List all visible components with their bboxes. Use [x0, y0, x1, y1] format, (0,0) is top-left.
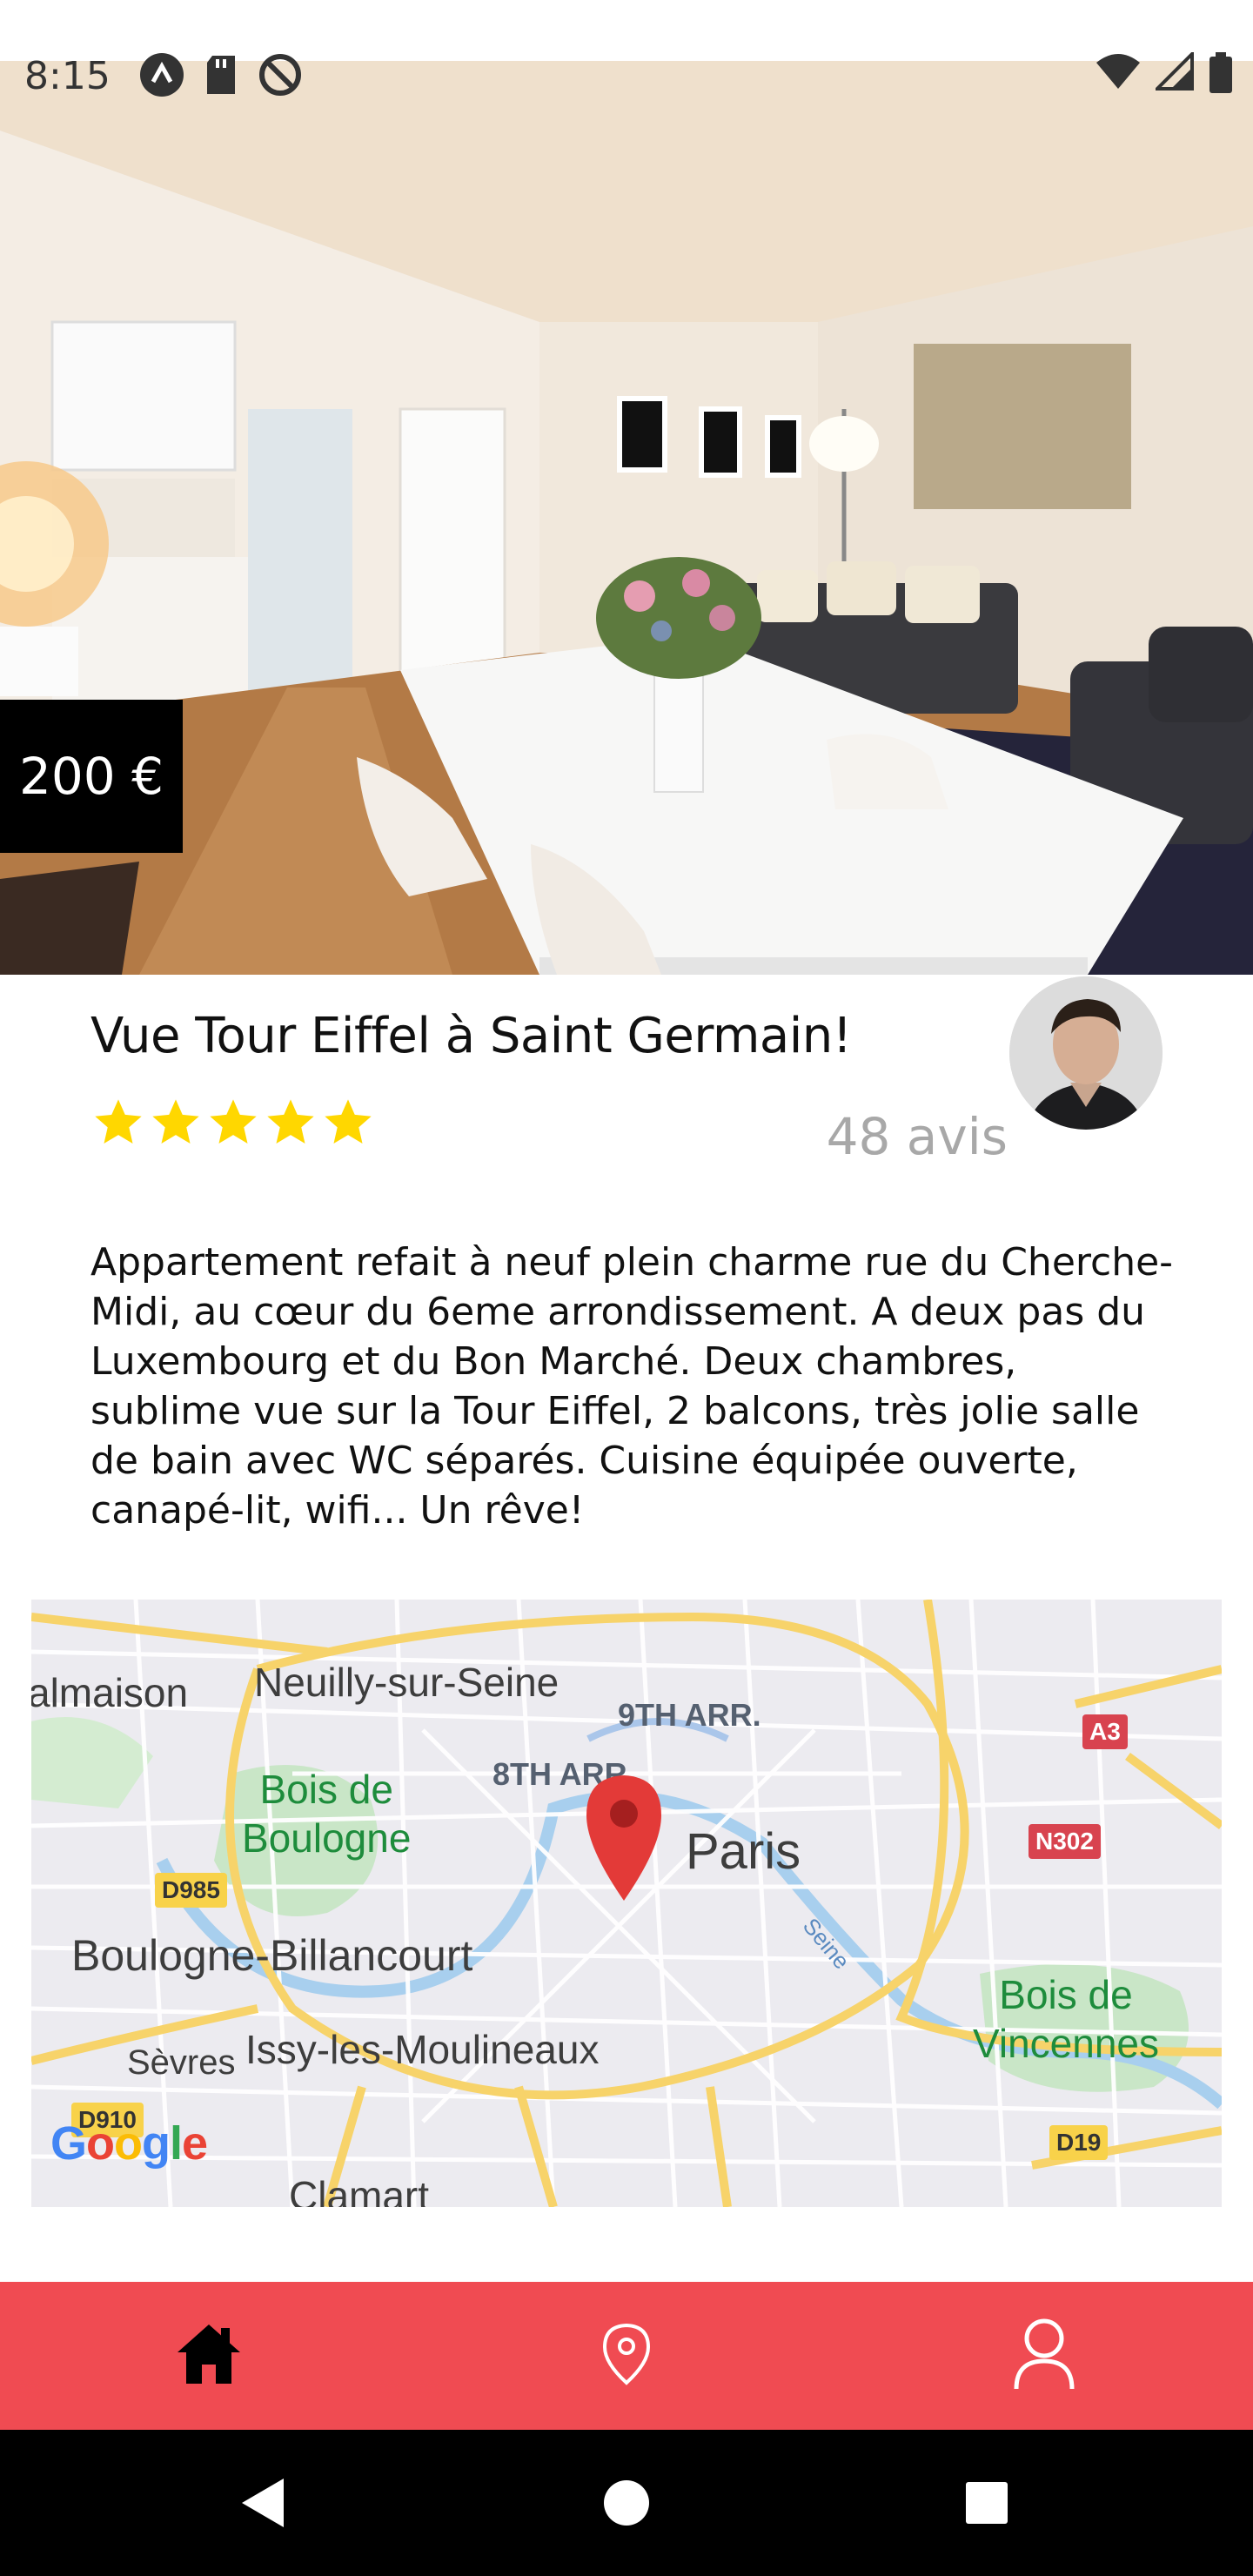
host-avatar[interactable]	[1009, 976, 1163, 1130]
sd-card-icon	[204, 52, 238, 102]
google-logo: Google	[50, 2117, 208, 2170]
recents-button[interactable]	[917, 2430, 1056, 2576]
map-label-bois-de-boulogne: Bois de Boulogne	[242, 1767, 412, 1861]
listing-description: Appartement refait à neuf plein charme r…	[90, 1240, 1174, 1533]
status-icons-left	[139, 52, 303, 102]
back-icon	[242, 2479, 284, 2527]
back-button[interactable]	[193, 2430, 332, 2576]
map-label-clamart: Clamart	[289, 2173, 430, 2207]
road-badge-a3: A3	[1082, 1714, 1128, 1749]
android-nav-bar	[0, 2430, 1253, 2576]
nav-profile[interactable]	[957, 2282, 1131, 2430]
battery-icon	[1208, 52, 1234, 98]
star-icon	[263, 1095, 318, 1150]
price-badge: 200 €	[0, 700, 183, 853]
wifi-icon	[1095, 52, 1142, 98]
map-label-boulogne-billancourt: Boulogne-Billancourt	[71, 1931, 473, 1980]
listing-photo[interactable]: 200 €	[0, 61, 1253, 975]
circle-home-icon	[604, 2480, 649, 2526]
square-recents-icon	[966, 2482, 1008, 2524]
location-map[interactable]: almaison Neuilly-sur-Seine 9TH ARR. 8TH …	[31, 1600, 1222, 2207]
map-label-malmaison: almaison	[31, 1670, 189, 1715]
bottom-nav	[0, 2282, 1253, 2430]
blocked-icon	[258, 52, 303, 102]
user-icon	[1013, 2318, 1075, 2395]
star-icon	[205, 1095, 261, 1150]
rating-stars	[90, 1095, 376, 1150]
home-button[interactable]	[557, 2430, 696, 2576]
road-badge-d985: D985	[155, 1873, 227, 1908]
notification-icon	[139, 52, 184, 102]
map-label-issy: Issy-les-Moulineaux	[245, 2027, 600, 2072]
map-label-paris: Paris	[686, 1823, 801, 1880]
signal-icon	[1153, 50, 1194, 98]
listing-title: Vue Tour Eiffel à Saint Germain!	[90, 1008, 852, 1064]
nav-map[interactable]	[539, 2282, 714, 2430]
nav-home[interactable]	[122, 2282, 296, 2430]
map-label-sevres: Sèvres	[127, 2043, 236, 2082]
star-icon	[148, 1095, 204, 1150]
star-icon	[90, 1095, 146, 1150]
apartment-illustration	[0, 61, 1253, 975]
map-label-neuilly: Neuilly-sur-Seine	[254, 1660, 559, 1705]
status-icons-right	[1095, 50, 1234, 98]
home-icon	[176, 2321, 242, 2392]
road-badge-d19: D19	[1049, 2125, 1109, 2160]
star-icon	[320, 1095, 376, 1150]
location-pin-icon	[602, 2323, 651, 2390]
road-badge-n302: N302	[1029, 1824, 1101, 1859]
map-label-9th-arr: 9TH ARR.	[618, 1697, 761, 1733]
status-time: 8:15	[24, 54, 111, 98]
reviews-count[interactable]: 48 avis	[827, 1107, 1008, 1166]
map-label-bois-de-vincennes: Bois de Vincennes	[973, 1972, 1159, 2066]
